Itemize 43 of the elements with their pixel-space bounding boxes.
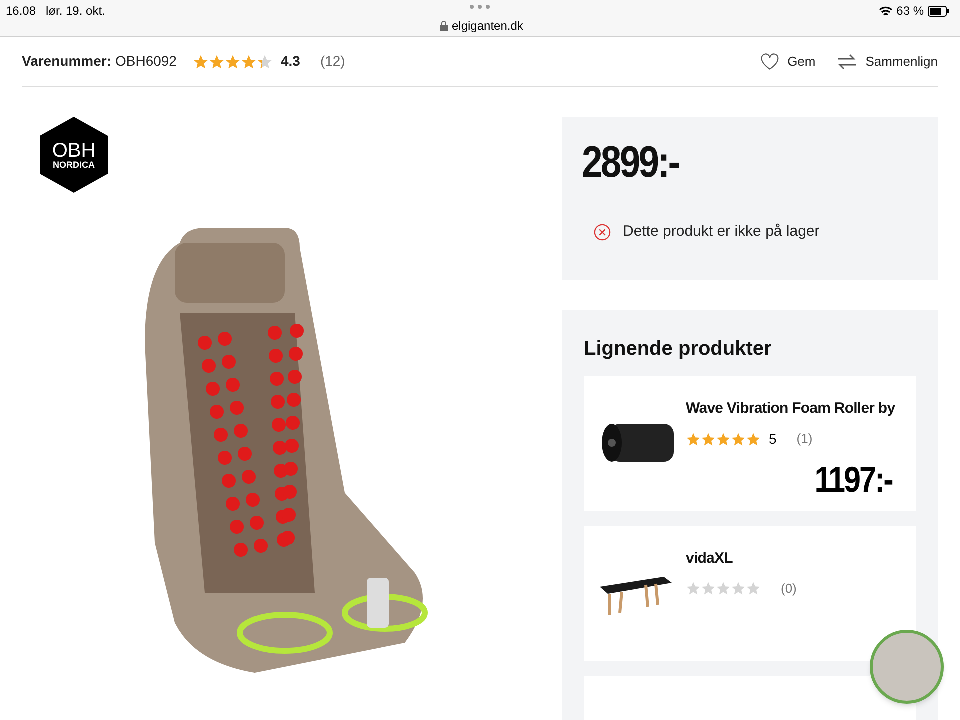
lock-icon [440,21,448,31]
star-icon [224,54,241,70]
save-button[interactable]: Gem [760,52,816,72]
product-card[interactable]: vidaXL (0) [584,526,916,661]
review-count[interactable]: (12) [320,51,346,72]
battery-percent: 63 % [896,3,924,20]
star-icon [240,54,257,70]
battery-icon [928,6,950,16]
section-title: Lignende produkter [584,337,773,362]
review-count: (1) [796,430,813,448]
star-icon [701,432,716,446]
review-count: (0) [781,580,797,598]
star-icon [716,580,731,596]
rating-value: 4.3 [280,52,300,71]
brand-logo: OBH NORDICA [40,117,108,193]
heart-icon [760,52,780,70]
star-icon [192,54,209,70]
star-icon [746,432,761,446]
star-icon [746,580,761,596]
product-name: Wave Vibration Foam Roller by [686,399,896,419]
product-card[interactable]: Wave Vibration Foam Roller by 5 (1) 1197:- [584,376,916,511]
product-price: 1197:- [814,462,892,498]
star-icon [208,54,225,70]
status-time: 16.08 [6,3,36,20]
wifi-icon [878,6,893,16]
star-icon [701,580,716,596]
dots-icon[interactable] [470,5,490,9]
rating-value: 5 [769,430,777,448]
product-price: 2899:- [582,141,680,185]
product-name: vidaXL [686,549,734,569]
star-icon [686,580,701,596]
star-icon [686,432,701,446]
sku-value: OBH6092 [115,52,177,71]
swap-arrows-icon [836,52,858,70]
star-icon [716,432,731,446]
compare-button[interactable]: Sammenlign [836,52,938,72]
star-icon [731,580,746,596]
star-icon [256,54,273,70]
star-icon [731,432,746,446]
status-date: lør. 19. okt. [46,3,106,20]
sku-label: Varenummer: [22,52,112,71]
stock-status: Dette produkt er ikke på lager [623,222,820,242]
address-bar[interactable]: elgiganten.dk [440,17,524,35]
